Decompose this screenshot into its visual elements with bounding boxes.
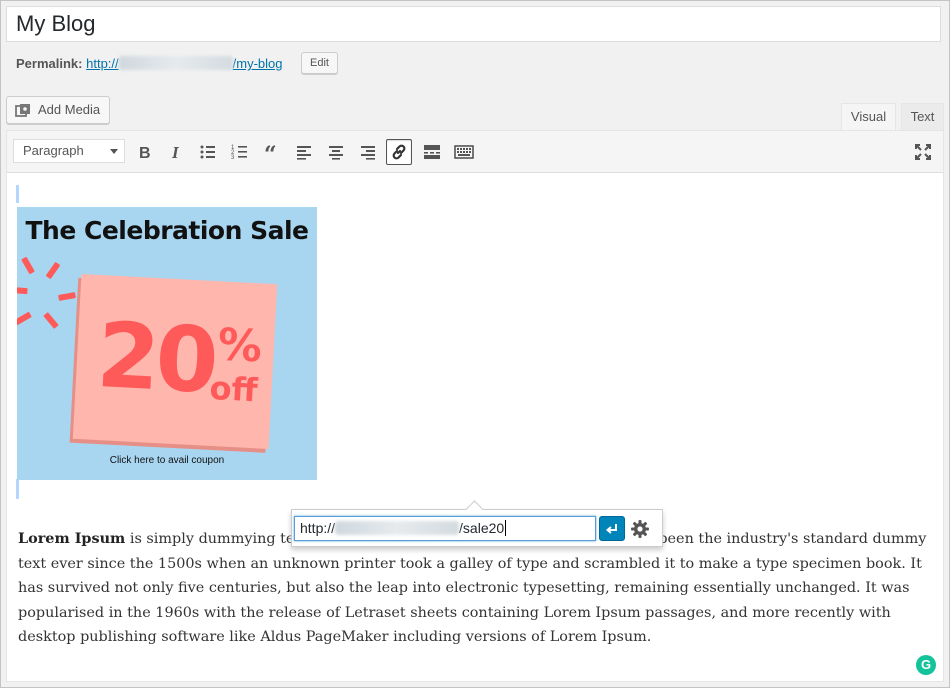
discount-number: 20	[94, 302, 218, 414]
svg-text:“: “	[264, 143, 277, 161]
numbered-list-button[interactable]: 123	[227, 139, 253, 165]
gear-icon	[631, 520, 649, 538]
align-left-icon	[297, 146, 311, 160]
discount-note: 20 % off	[72, 273, 278, 450]
read-more-button[interactable]	[419, 139, 445, 165]
sale-banner-image[interactable]: The Celebration Sale 20 % off Click here…	[17, 207, 317, 480]
toolbar-toggle-button[interactable]	[451, 139, 477, 165]
apply-link-button[interactable]	[599, 516, 625, 541]
burst-ray	[17, 286, 28, 295]
banner-cta: Click here to avail coupon	[109, 455, 225, 466]
selection-marker	[16, 185, 19, 203]
discount-percent: %	[216, 319, 264, 373]
link-url-prefix: http://	[300, 520, 336, 536]
burst-ray	[17, 311, 32, 326]
editor-area: Paragraph B I 123 “ The Celebration Sale…	[6, 130, 944, 682]
add-media-label: Add Media	[38, 102, 101, 117]
read-more-icon	[424, 145, 440, 159]
post-title-input[interactable]: My Blog	[6, 6, 941, 42]
permalink-row: Permalink: http:// /my-blog	[16, 56, 283, 71]
redacted-domain	[335, 521, 460, 535]
selection-marker	[16, 479, 19, 499]
format-select-value: Paragraph	[23, 143, 84, 158]
burst-ray	[45, 261, 61, 280]
redacted-domain	[118, 56, 233, 70]
align-center-icon	[329, 146, 343, 160]
permalink-link[interactable]: http:// /my-blog	[86, 56, 283, 71]
burst-ray	[21, 256, 35, 275]
bold-icon: B	[139, 145, 151, 161]
bulleted-list-button[interactable]	[195, 139, 221, 165]
paragraph-line1: is simply dummying te	[125, 531, 295, 547]
align-right-button[interactable]	[355, 139, 381, 165]
permalink-slug: /my-blog	[232, 56, 283, 71]
burst-ray	[43, 312, 59, 329]
enter-icon	[605, 524, 617, 534]
fullscreen-icon	[915, 144, 931, 160]
edit-permalink-button[interactable]: Edit	[301, 52, 338, 74]
text-caret	[505, 520, 507, 536]
add-media-icon	[15, 102, 31, 118]
fullscreen-button[interactable]	[910, 139, 936, 165]
banner-title: The Celebration Sale	[25, 216, 309, 245]
add-media-button[interactable]: Add Media	[6, 96, 110, 124]
blockquote-button[interactable]: “	[259, 139, 285, 165]
grammarly-letter: G	[920, 657, 932, 672]
svg-text:3: 3	[231, 155, 235, 161]
paragraph-lead: Lorem Ipsum	[18, 530, 126, 547]
bold-button[interactable]: B	[131, 139, 157, 165]
svg-text:B: B	[139, 145, 151, 161]
permalink-prefix: http://	[86, 56, 119, 71]
align-right-icon	[361, 146, 375, 160]
link-url-input[interactable]: http:// /sale20	[294, 516, 596, 541]
permalink-label: Permalink:	[16, 56, 83, 71]
grammarly-icon[interactable]: G	[916, 655, 936, 675]
align-center-button[interactable]	[323, 139, 349, 165]
format-select[interactable]: Paragraph	[13, 139, 125, 163]
tab-text[interactable]: Text	[901, 103, 944, 131]
italic-button[interactable]: I	[163, 139, 189, 165]
burst-ray	[58, 292, 76, 301]
link-icon	[392, 144, 406, 160]
editor-toolbar: Paragraph B I 123 “	[7, 131, 943, 173]
blockquote-icon: “	[264, 143, 277, 161]
paragraph-rest: dummy text ever since the 1500s when an …	[18, 531, 927, 645]
svg-text:I: I	[171, 143, 180, 161]
inline-link-dialog: http:// /sale20	[291, 500, 663, 547]
toolbar-toggle-icon	[454, 145, 474, 159]
link-settings-button[interactable]	[629, 518, 651, 540]
link-url-suffix: /sale20	[459, 520, 505, 536]
editor-content[interactable]: The Celebration Sale 20 % off Click here…	[7, 173, 943, 681]
discount-off: off	[208, 368, 259, 410]
tab-visual[interactable]: Visual	[841, 103, 896, 131]
bulleted-list-icon	[200, 145, 215, 159]
align-left-button[interactable]	[291, 139, 317, 165]
chevron-down-icon	[110, 149, 118, 154]
numbered-list-icon: 123	[231, 145, 247, 161]
italic-icon: I	[171, 143, 180, 161]
insert-link-button[interactable]	[386, 139, 412, 165]
